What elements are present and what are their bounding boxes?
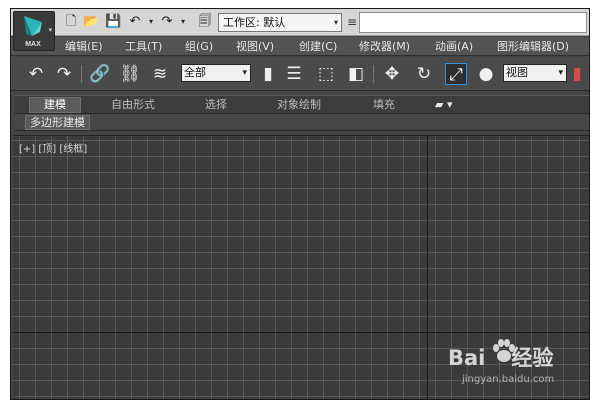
open-file-icon[interactable]: 📂 [83, 14, 99, 30]
watermark-brand-left: Bai [448, 346, 486, 370]
redo-icon[interactable]: ↷ [53, 63, 75, 85]
select-object-icon[interactable]: ▮ [257, 63, 279, 85]
polygon-modeling-panel[interactable]: 多边形建模 [25, 115, 90, 130]
select-and-place-icon[interactable]: ● [475, 63, 497, 85]
menu-item-group[interactable]: 组(G) [185, 39, 213, 54]
select-and-scale-icon[interactable]: ⤢ [445, 63, 467, 85]
redo-dropdown-icon[interactable]: ▾ [175, 14, 191, 30]
ribbon-options-icon[interactable]: ▰ ▾ [435, 98, 452, 112]
unlink-selection-icon[interactable]: ⛓ [119, 63, 141, 85]
tab-populate[interactable]: 填充 [373, 98, 395, 112]
reference-coordinate-dropdown[interactable]: 视图 ▾ [503, 64, 567, 82]
watermark-brand-right: 经验 [511, 346, 554, 370]
viewport-divider-horizontal [13, 332, 589, 333]
pivot-center-icon[interactable]: ▮ [569, 63, 585, 85]
chevron-down-icon: ▾ [242, 68, 247, 78]
tab-object-paint[interactable]: 对象绘制 [277, 98, 321, 112]
watermark: Bai 经验 jingyan.baidu.com [448, 338, 588, 394]
customize-quick-access-icon[interactable]: ≡ [347, 14, 357, 30]
tab-selection[interactable]: 选择 [205, 98, 227, 112]
max-logo-icon [24, 16, 42, 36]
select-by-name-icon[interactable]: ☰ [283, 63, 305, 85]
menu-item-views[interactable]: 视图(V) [236, 39, 274, 54]
menu-item-edit[interactable]: 编辑(E) [65, 39, 103, 54]
new-file-icon[interactable]: 🗋 [63, 14, 79, 30]
toolbar-separator [373, 65, 374, 83]
undo-dropdown-icon[interactable]: ▾ [143, 14, 159, 30]
menu-item-modifiers[interactable]: 修改器(M) [359, 39, 410, 54]
menu-item-graph-editors[interactable]: 图形编辑器(D) [497, 39, 569, 54]
paw-icon [493, 339, 515, 362]
ribbon-subpanel: 多边形建模 [15, 114, 589, 131]
select-and-rotate-icon[interactable]: ↻ [413, 63, 435, 85]
menu-item-create[interactable]: 创建(C) [299, 39, 337, 54]
menu-bar: 编辑(E) 工具(T) 组(G) 视图(V) 创建(C) 修改器(M) 动画(A… [11, 37, 589, 56]
watermark-url: jingyan.baidu.com [462, 374, 555, 385]
toolbar-separator [81, 65, 82, 83]
menu-item-tools[interactable]: 工具(T) [125, 39, 162, 54]
menu-item-animation[interactable]: 动画(A) [435, 39, 473, 54]
ribbon-tabs: 建模 自由形式 选择 对象绘制 填充 ▰ ▾ [15, 95, 589, 114]
viewport-divider-vertical [427, 136, 428, 399]
application-button[interactable]: ▾ MAX [13, 11, 55, 51]
selection-filter-dropdown[interactable]: 全部 ▾ [181, 64, 251, 82]
main-toolbar: ↶ ↷ 🔗 ⛓ ≋ 全部 ▾ ▮ ☰ ⬚ ◧ ✥ ↻ ⤢ ● 视图 ▾ ▮ [11, 57, 589, 91]
select-and-move-icon[interactable]: ✥ [381, 63, 403, 85]
quick-access-toolbar: 🗋 📂 💾 ↶ ▾ ↷ ▾ 🗐 工作区: 默认 ▾ ≡ [11, 9, 589, 36]
selection-filter-value: 全部 [184, 66, 206, 79]
undo-icon[interactable]: ↶ [127, 14, 143, 30]
window-crossing-icon[interactable]: ◧ [345, 63, 367, 85]
chevron-down-icon: ▾ [48, 26, 52, 34]
undo-icon[interactable]: ↶ [25, 63, 47, 85]
title-field [359, 12, 587, 33]
tab-freeform[interactable]: 自由形式 [111, 98, 155, 112]
rectangular-selection-icon[interactable]: ⬚ [315, 63, 337, 85]
project-folder-icon[interactable]: 🗐 [197, 14, 213, 30]
chevron-down-icon: ▾ [558, 68, 563, 78]
bind-to-space-warp-icon[interactable]: ≋ [149, 63, 171, 85]
viewport-label[interactable]: [+] [顶] [线框] [19, 140, 87, 155]
save-file-icon[interactable]: 💾 [105, 14, 121, 30]
select-and-link-icon[interactable]: 🔗 [89, 63, 111, 85]
tab-modeling[interactable]: 建模 [29, 97, 81, 113]
workspace-label: 工作区: 默认 [223, 16, 286, 29]
logo-text: MAX [25, 41, 41, 48]
chevron-down-icon: ▾ [333, 18, 338, 27]
redo-icon[interactable]: ↷ [159, 14, 175, 30]
workspace-selector[interactable]: 工作区: 默认 ▾ [218, 13, 342, 32]
reference-coordinate-value: 视图 [506, 66, 528, 79]
